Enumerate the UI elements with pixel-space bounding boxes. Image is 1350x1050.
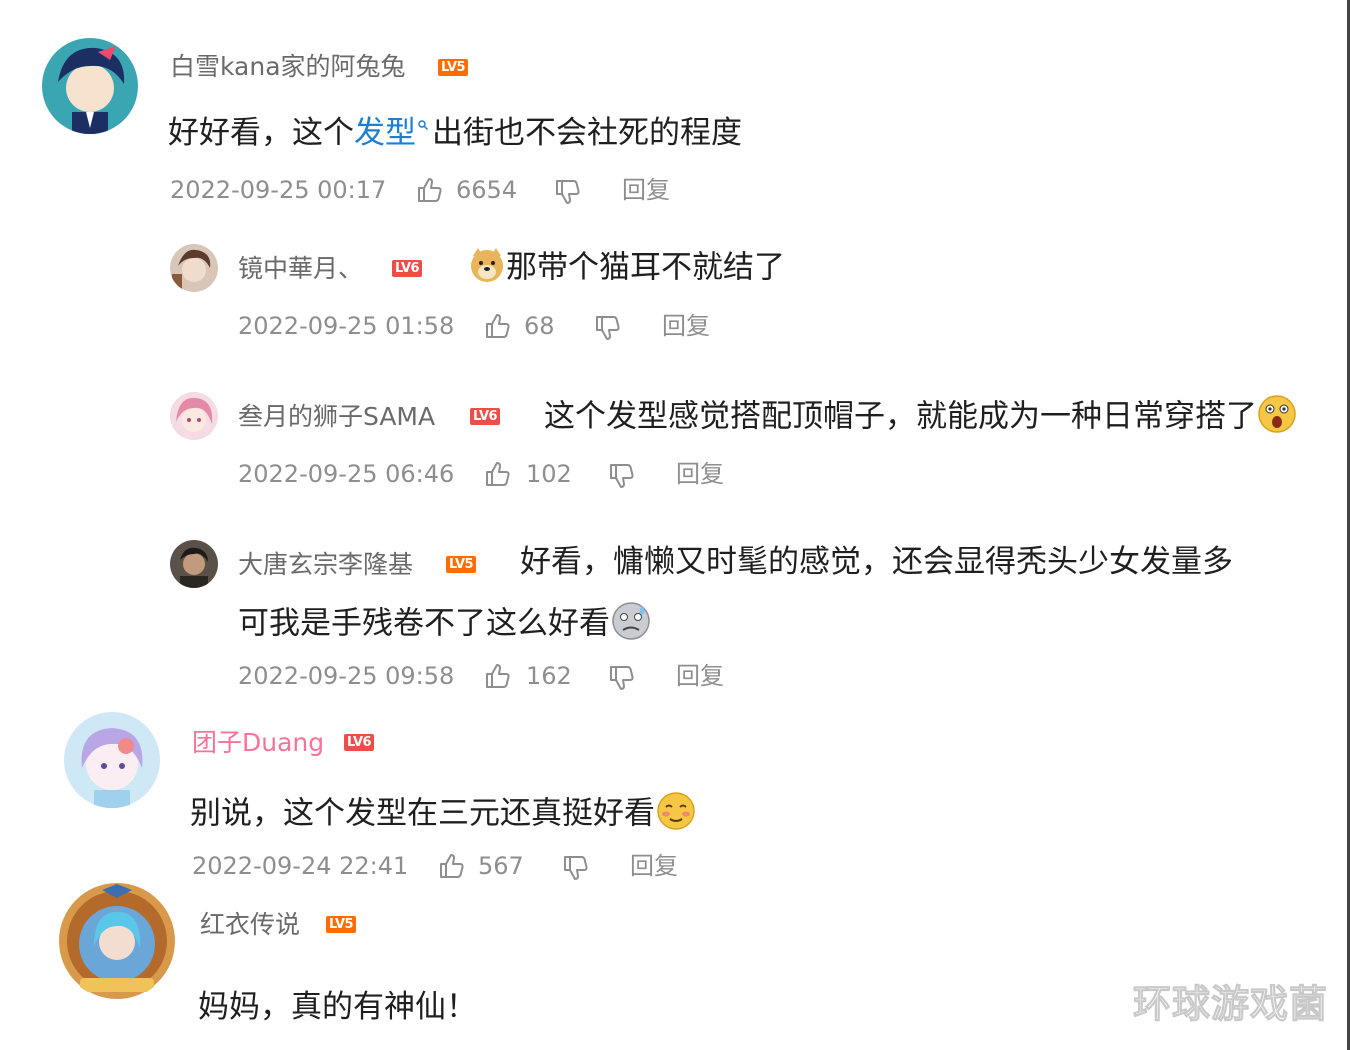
avatar[interactable]: [170, 392, 218, 440]
level-badge: LV6: [470, 408, 501, 425]
thumbs-down-icon[interactable]: [608, 664, 636, 692]
comment-text: 可我是手残卷不了这么好看: [238, 602, 652, 646]
level-badge: LV5: [446, 556, 477, 573]
username[interactable]: 白雪kana家的阿兔兔: [170, 54, 406, 79]
timestamp: 2022-09-25 00:17: [170, 176, 387, 204]
like-count: 567: [478, 852, 524, 880]
topic-link[interactable]: 发型: [354, 115, 416, 151]
surprised-emoji-icon: [1258, 395, 1296, 433]
search-icon: [418, 120, 428, 130]
username[interactable]: 叁月的狮子SAMA: [238, 404, 435, 429]
watermark: 环球游戏菌: [1132, 982, 1328, 1027]
comment-text-part: 别说，这个发型在三元还真挺好看: [190, 795, 655, 832]
sweat-emoji-icon: [612, 602, 650, 640]
thumbs-down-icon[interactable]: [554, 178, 582, 206]
thumbs-up-icon[interactable]: [484, 312, 512, 340]
level-badge: LV5: [438, 59, 469, 76]
avatar[interactable]: [58, 882, 176, 1000]
like-count: 68: [524, 312, 555, 340]
thumbs-up-icon[interactable]: [484, 662, 512, 690]
timestamp: 2022-09-25 06:46: [238, 460, 455, 488]
reply-button[interactable]: 回复: [622, 178, 670, 202]
reply-button[interactable]: 回复: [630, 854, 678, 878]
avatar[interactable]: [42, 38, 138, 134]
username[interactable]: 镜中華月、: [238, 256, 363, 281]
avatar[interactable]: [170, 244, 218, 292]
thumbs-down-icon[interactable]: [608, 462, 636, 490]
avatar[interactable]: [64, 712, 160, 808]
reply-button[interactable]: 回复: [676, 462, 724, 486]
timestamp: 2022-09-24 22:41: [192, 852, 409, 880]
thumbs-up-icon[interactable]: [416, 176, 444, 204]
like-count: 162: [526, 662, 572, 690]
comment-text-part: 这个发型感觉搭配顶帽子，就能成为一种日常穿搭了: [544, 398, 1257, 435]
comment-text: 这个发型感觉搭配顶帽子，就能成为一种日常穿搭了: [544, 395, 1297, 438]
shy-emoji-icon: [657, 792, 695, 830]
reply-button[interactable]: 回复: [662, 314, 710, 338]
comment-text: 那带个猫耳不就结了: [468, 248, 785, 288]
thumbs-up-icon[interactable]: [484, 460, 512, 488]
level-badge: LV6: [344, 734, 375, 751]
comment-text: 好看，慵懒又时髦的感觉，还会显得秃头少女发量多: [520, 544, 1233, 580]
reply-button[interactable]: 回复: [676, 664, 724, 688]
username[interactable]: 红衣传说: [200, 912, 300, 937]
doge-emoji-icon: [471, 248, 503, 282]
comment-text: 妈妈，真的有神仙！: [198, 989, 477, 1025]
comment-text: 别说，这个发型在三元还真挺好看: [190, 792, 697, 836]
thumbs-down-icon[interactable]: [562, 854, 590, 882]
avatar[interactable]: [170, 540, 218, 588]
timestamp: 2022-09-25 01:58: [238, 312, 455, 340]
username[interactable]: 团子Duang: [192, 730, 324, 755]
like-count: 6654: [456, 176, 518, 204]
thumbs-down-icon[interactable]: [594, 314, 622, 342]
comment-text-part: 那带个猫耳不就结了: [506, 249, 785, 286]
comment-text-part: 出街也不会社死的程度: [432, 115, 742, 151]
comment-text-part: 可我是手残卷不了这么好看: [238, 605, 610, 642]
level-badge: LV5: [326, 916, 357, 933]
comment-text-part: 好好看，这个: [168, 115, 354, 151]
thumbs-up-icon[interactable]: [438, 852, 466, 880]
level-badge: LV6: [392, 260, 423, 277]
like-count: 102: [526, 460, 572, 488]
comment-text: 好好看，这个发型 出街也不会社死的程度: [168, 118, 742, 149]
username[interactable]: 大唐玄宗李隆基: [238, 552, 413, 577]
timestamp: 2022-09-25 09:58: [238, 662, 455, 690]
